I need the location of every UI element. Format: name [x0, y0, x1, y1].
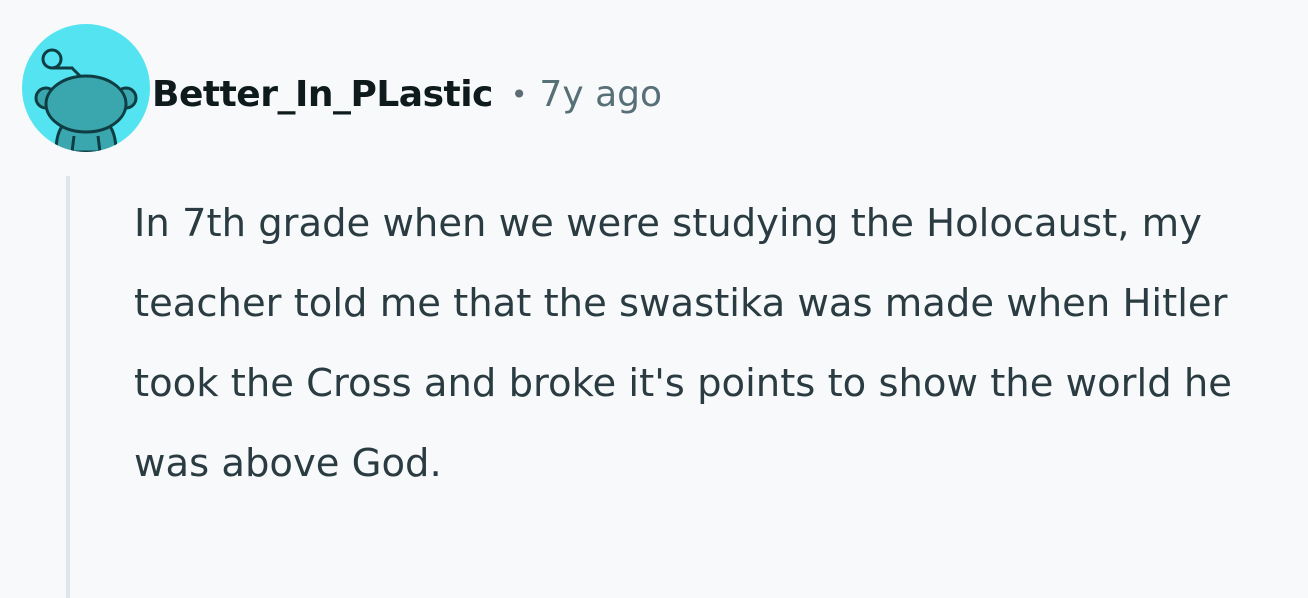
comment: Better_In_PLastic • 7y ago In 7th grade … [0, 0, 1308, 598]
comment-header: Better_In_PLastic • 7y ago [152, 66, 662, 122]
separator-dot: • [510, 77, 528, 111]
thread-line[interactable] [66, 176, 70, 598]
comment-body: In 7th grade when we were studying the H… [134, 201, 1232, 486]
username-link[interactable]: Better_In_PLastic [152, 74, 493, 115]
user-avatar[interactable] [22, 24, 150, 152]
timestamp[interactable]: 7y ago [539, 74, 662, 115]
snoo-avatar-icon [34, 48, 138, 152]
